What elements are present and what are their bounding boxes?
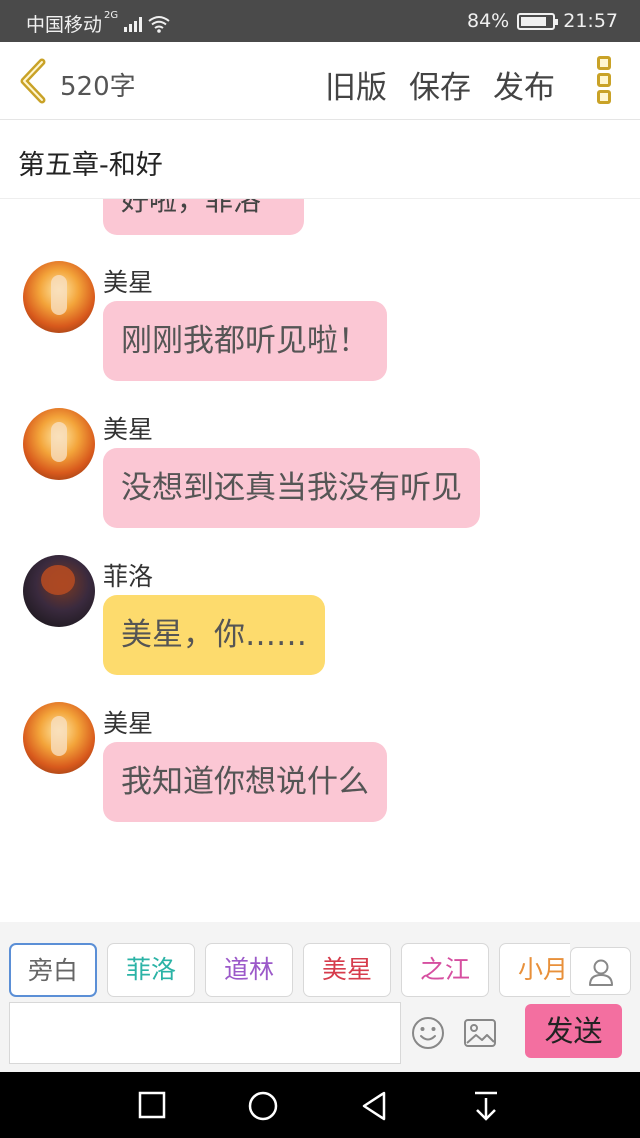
more-menu-icon[interactable]	[594, 56, 614, 108]
battery-icon	[517, 12, 559, 30]
message-input[interactable]	[9, 1002, 401, 1064]
manage-characters-button[interactable]	[570, 947, 631, 995]
signal-icon	[124, 16, 143, 32]
sender-name: 菲洛	[103, 562, 154, 591]
wifi-icon	[148, 15, 170, 33]
chapter-bar[interactable]: 第五章-和好	[0, 121, 640, 199]
message-bubble[interactable]: 刚刚我都听见啦！	[103, 301, 387, 381]
network-type: 2G	[104, 10, 119, 21]
back-nav-icon[interactable]	[359, 1090, 389, 1122]
save-button[interactable]: 保存	[409, 62, 471, 107]
app-bar: 520字 旧版 保存 发布	[0, 42, 640, 120]
user-icon	[589, 959, 613, 986]
character-chip-narrator[interactable]: 旁白	[9, 943, 97, 997]
system-nav-bar	[0, 1072, 640, 1138]
recent-apps-icon[interactable]	[137, 1090, 167, 1120]
character-chip-feiluo[interactable]: 菲洛	[107, 943, 195, 997]
chapter-title[interactable]: 第五章-和好	[18, 143, 163, 182]
message-bubble[interactable]: 我知道你想说什么	[103, 742, 387, 822]
word-count: 520字	[60, 72, 136, 102]
character-chip-meixing[interactable]: 美星	[303, 943, 391, 997]
image-icon[interactable]	[463, 1018, 497, 1048]
chat-area[interactable]: 好啦，菲洛 美星 刚刚我都听见啦！ 美星 没想到还真当我没有听见 菲洛 美星，你…	[0, 199, 640, 921]
battery-percent: 84%	[467, 10, 510, 32]
notification-pull-icon[interactable]	[472, 1090, 500, 1122]
message-bubble[interactable]: 没想到还真当我没有听见	[103, 448, 480, 528]
sender-name: 美星	[103, 709, 154, 738]
sender-name: 美星	[103, 268, 154, 297]
feiluo-avatar[interactable]	[23, 555, 95, 627]
send-button[interactable]: 发送	[525, 1004, 622, 1058]
home-icon[interactable]	[247, 1090, 279, 1122]
message-bubble[interactable]: 美星，你……	[103, 595, 325, 675]
character-chip-xiaoyue[interactable]: 小月	[499, 943, 570, 997]
old-version-button[interactable]: 旧版	[325, 62, 387, 107]
publish-button[interactable]: 发布	[493, 62, 555, 107]
character-chip-daolin[interactable]: 道林	[205, 943, 293, 997]
status-bar: 中国移动 2G 84% 21:57	[0, 0, 640, 42]
composer: 发送	[0, 1002, 640, 1072]
back-icon[interactable]	[16, 58, 52, 104]
meixing-avatar[interactable]	[23, 261, 95, 333]
clock: 21:57	[563, 10, 618, 32]
carrier-label: 中国移动	[26, 14, 103, 36]
message-bubble-partial[interactable]: 好啦，菲洛	[103, 199, 304, 235]
character-selector: 旁白 菲洛 道林 美星 之江 小月	[0, 922, 640, 1002]
meixing-avatar[interactable]	[23, 408, 95, 480]
meixing-avatar[interactable]	[23, 702, 95, 774]
emoji-icon[interactable]	[411, 1016, 445, 1050]
sender-name: 美星	[103, 415, 154, 444]
character-chip-zhijiang[interactable]: 之江	[401, 943, 489, 997]
